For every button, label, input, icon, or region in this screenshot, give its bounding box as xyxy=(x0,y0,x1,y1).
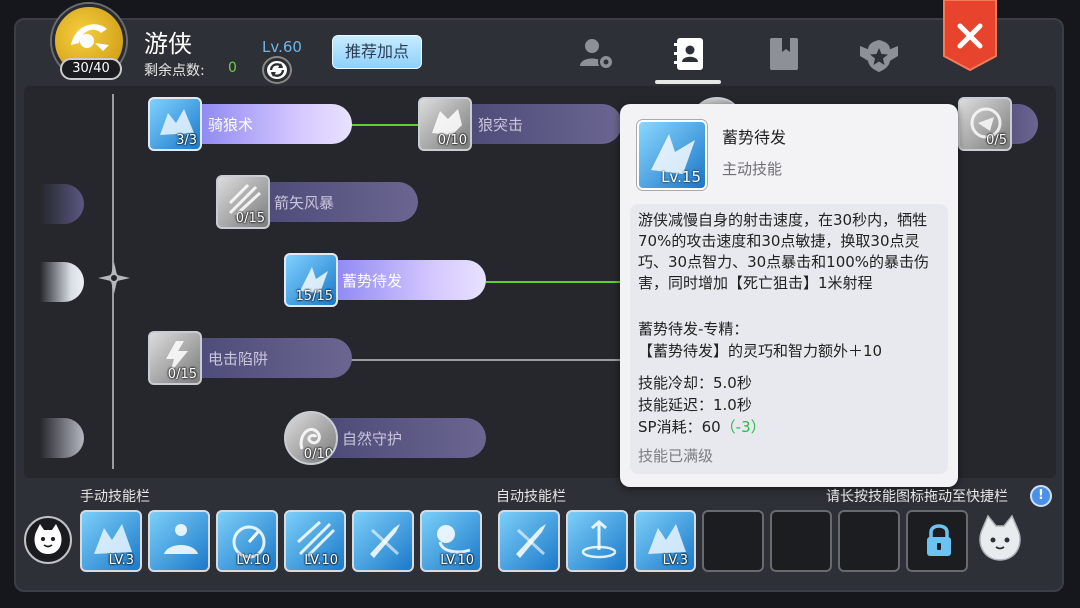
manual-skill-bar-title: 手动技能栏 xyxy=(80,489,150,505)
skill-book-tab[interactable] xyxy=(670,34,710,74)
manual-slot-3[interactable]: LV.10 xyxy=(216,510,278,572)
skill-tooltip: Lv.15 蓄势待发 主动技能 游侠减慢自身的射击速度，在30秒内，牺牲70%的… xyxy=(620,104,958,487)
recommend-points-button[interactable]: 推荐加点 xyxy=(332,35,422,69)
wolf-emblem-icon xyxy=(71,24,109,51)
skill-name: 狼突击 xyxy=(478,116,524,134)
skill-icon-wolf-ride[interactable]: 3/3 xyxy=(148,97,202,151)
tooltip-skill-icon: Lv.15 xyxy=(637,120,707,190)
meditation-icon xyxy=(164,524,198,554)
star-emblem-icon xyxy=(860,40,898,72)
job-level: Lv.60 xyxy=(262,38,302,56)
tree-connector xyxy=(486,281,622,283)
tooltip-body: 游侠减慢自身的射击速度，在30秒内，牺牲70%的攻击速度和30点敏捷，换取30点… xyxy=(630,204,948,474)
tree-connector xyxy=(350,124,420,126)
offscreen-skill-node[interactable] xyxy=(40,262,84,302)
tooltip-cooldown: 技能冷却：5.0秒 xyxy=(638,374,752,392)
person-gear-icon xyxy=(580,39,614,70)
manual-slot-5[interactable] xyxy=(352,510,414,572)
lock-icon xyxy=(927,524,951,556)
skill-node-wolf-ride[interactable]: 骑狼术 xyxy=(176,104,352,144)
tooltip-delay: 技能延迟：1.0秒 xyxy=(638,396,752,414)
character-skill-tab[interactable] xyxy=(576,34,616,74)
active-tab-indicator xyxy=(655,80,721,84)
skill-icon-wolf-howl[interactable]: 0/5 xyxy=(958,97,1012,151)
skill-node-wolf-charge[interactable]: 狼突击 xyxy=(446,104,622,144)
auto-slot-2[interactable] xyxy=(566,510,628,572)
auto-slot-6-empty[interactable] xyxy=(838,510,900,572)
skill-node-shock-trap[interactable]: 电击陷阱 xyxy=(176,338,352,378)
cat-face-right-icon[interactable] xyxy=(976,514,1024,564)
arrow-rain-icon xyxy=(581,520,617,559)
close-button[interactable] xyxy=(942,0,998,72)
bookmark-book-icon xyxy=(770,38,798,70)
tooltip-description: 游侠减慢自身的射击速度，在30秒内，牺牲70%的攻击速度和30点敏捷，换取30点… xyxy=(638,211,930,292)
auto-slot-7-locked[interactable] xyxy=(906,510,968,572)
close-icon xyxy=(943,0,997,72)
skill-name: 箭矢风暴 xyxy=(274,194,335,212)
remaining-points-label: 剩余点数: xyxy=(144,63,205,79)
guild-emblem-tab[interactable] xyxy=(858,34,898,74)
sp-used-counter: 30/40 xyxy=(60,58,122,80)
skill-node-gather-power[interactable]: 蓄势待发 xyxy=(312,260,486,300)
skill-name: 电击陷阱 xyxy=(208,350,269,368)
tooltip-skill-type: 主动技能 xyxy=(722,160,783,178)
skill-node-arrow-storm[interactable]: 箭矢风暴 xyxy=(244,182,418,222)
skill-icon-nature-guard[interactable]: 0/10 xyxy=(284,411,338,465)
skill-node-nature-guard[interactable]: 自然守护 xyxy=(312,418,486,458)
skill-icon-gather-power[interactable]: 15/15 xyxy=(284,253,338,307)
broken-sword-icon xyxy=(370,524,400,558)
reset-points-icon[interactable] xyxy=(264,58,290,82)
manual-slot-2[interactable] xyxy=(148,510,210,572)
tree-connector xyxy=(350,359,622,361)
tooltip-specialization-title: 蓄势待发-专精： xyxy=(638,320,749,338)
tooltip-specialization-text: 【蓄势待发】的灵巧和智力额外＋10 xyxy=(638,342,883,360)
cat-face-left-icon[interactable] xyxy=(24,516,72,564)
auto-slot-3[interactable]: LV.3 xyxy=(634,510,696,572)
auto-slot-1[interactable] xyxy=(498,510,560,572)
tooltip-max-level: 技能已满级 xyxy=(638,447,714,465)
manual-slot-4[interactable]: LV.10 xyxy=(284,510,346,572)
contact-book-icon xyxy=(674,38,703,70)
bookmark-tab[interactable] xyxy=(764,34,804,74)
skill-name: 蓄势待发 xyxy=(342,272,403,290)
offscreen-skill-node[interactable] xyxy=(40,184,84,224)
compass-ornament-icon xyxy=(98,262,130,294)
auto-skill-bar-title: 自动技能栏 xyxy=(496,489,566,505)
tooltip-skill-name: 蓄势待发 xyxy=(722,128,787,147)
skill-icon-arrow-storm[interactable]: 0/15 xyxy=(216,175,270,229)
job-title: 游侠 xyxy=(144,30,192,58)
auto-slot-5-empty[interactable] xyxy=(770,510,832,572)
help-icon[interactable]: ! xyxy=(1030,485,1052,507)
skill-screen: 30/40 游侠 剩余点数: 0 Lv.60 推荐加点 骑狼术 3/3 狼突击 … xyxy=(0,0,1080,608)
skill-icon-wolf-charge[interactable]: 0/10 xyxy=(418,97,472,151)
skill-name: 骑狼术 xyxy=(208,116,254,134)
manual-slot-1[interactable]: LV.3 xyxy=(80,510,142,572)
remaining-points-value: 0 xyxy=(228,60,237,76)
tooltip-sp-cost: SP消耗：60（-3） xyxy=(638,418,766,436)
manual-slot-6[interactable]: LV.10 xyxy=(420,510,482,572)
auto-slot-4-empty[interactable] xyxy=(702,510,764,572)
broken-sword-icon xyxy=(516,524,546,558)
skill-icon-shock-trap[interactable]: 0/15 xyxy=(148,331,202,385)
skill-name: 自然守护 xyxy=(342,430,403,448)
offscreen-skill-node[interactable] xyxy=(40,418,84,458)
drag-hint: 请长按技能图标拖动至快捷栏 xyxy=(826,489,1008,505)
